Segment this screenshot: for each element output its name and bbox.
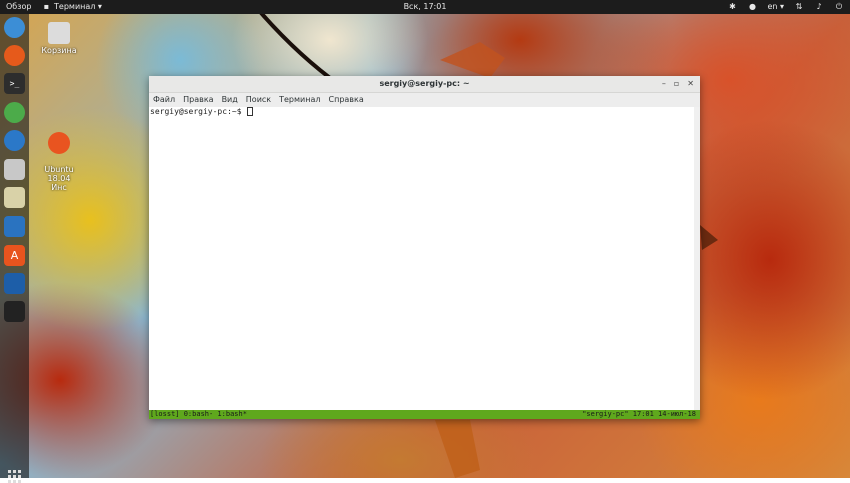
maximize-icon[interactable]: ▫ <box>674 76 679 92</box>
keyboard-layout-button[interactable]: en ▾ <box>767 0 784 14</box>
network-icon[interactable] <box>4 102 25 123</box>
tmux-status-bar: [losst] 0:bash- 1:bash* "sergiy-pc" 17:0… <box>149 410 700 419</box>
chromium-icon[interactable] <box>4 17 25 38</box>
writer-icon[interactable] <box>4 216 25 237</box>
menu-edit[interactable]: Правка <box>183 93 213 107</box>
terminal-window[interactable]: sergiy@sergiy-pc: ~ – ▫ ✕ Файл Правка Ви… <box>149 76 700 419</box>
terminal-icon[interactable]: >_ <box>4 73 25 94</box>
shell-prompt: sergiy@sergiy-pc:~$ <box>150 107 247 116</box>
files-icon[interactable] <box>4 159 25 180</box>
menu-terminal[interactable]: Терминал <box>279 93 320 107</box>
tmux-status-right: "sergiy-pc" 17:01 14-июл-18 <box>582 410 696 418</box>
accessibility-icon[interactable]: ✱ <box>727 2 737 12</box>
ubuntu-install-desktop-icon[interactable]: Ubuntu 18.04 Инс <box>39 123 79 192</box>
top-panel: Обзор ▪ Терминал ▾ Вск, 17:01 ✱ ● en ▾ ⇅… <box>0 0 850 14</box>
ubuntu-icon <box>48 132 70 154</box>
inkscape-icon[interactable] <box>4 301 25 322</box>
menu-view[interactable]: Вид <box>222 93 238 107</box>
terminal-area[interactable]: sergiy@sergiy-pc:~$ <box>149 107 694 410</box>
tmux-status-left: [losst] 0:bash- 1:bash* <box>150 410 247 418</box>
network-wired-icon[interactable]: ⇅ <box>794 2 804 12</box>
window-titlebar[interactable]: sergiy@sergiy-pc: ~ – ▫ ✕ <box>149 76 700 93</box>
network-status-icon[interactable]: ● <box>747 2 757 12</box>
menu-bar: Файл Правка Вид Поиск Терминал Справка <box>149 93 700 107</box>
dock: >_ A <box>0 14 29 483</box>
window-title: sergiy@sergiy-pc: ~ <box>379 79 470 88</box>
volume-icon[interactable]: ♪ <box>814 2 824 12</box>
show-apps-icon[interactable] <box>8 470 21 483</box>
close-icon[interactable]: ✕ <box>687 76 694 92</box>
software-center-icon[interactable]: A <box>4 245 25 266</box>
disk-icon[interactable] <box>4 187 25 208</box>
virtualbox-icon[interactable] <box>4 273 25 294</box>
clock[interactable]: Вск, 17:01 <box>0 0 850 14</box>
menu-file[interactable]: Файл <box>153 93 175 107</box>
menu-help[interactable]: Справка <box>329 93 364 107</box>
thunderbird-icon[interactable] <box>4 130 25 151</box>
trash-label: Корзина <box>41 46 77 55</box>
menu-search[interactable]: Поиск <box>246 93 271 107</box>
minimize-icon[interactable]: – <box>662 76 666 92</box>
firefox-icon[interactable] <box>4 45 25 66</box>
trash-desktop-icon[interactable]: Корзина <box>39 22 79 55</box>
trash-icon <box>48 22 70 44</box>
scrollbar[interactable] <box>694 107 700 410</box>
text-cursor <box>247 107 254 116</box>
power-icon[interactable]: ⏻ <box>834 2 844 12</box>
ubuntu-label: Ubuntu 18.04 Инс <box>44 165 74 192</box>
